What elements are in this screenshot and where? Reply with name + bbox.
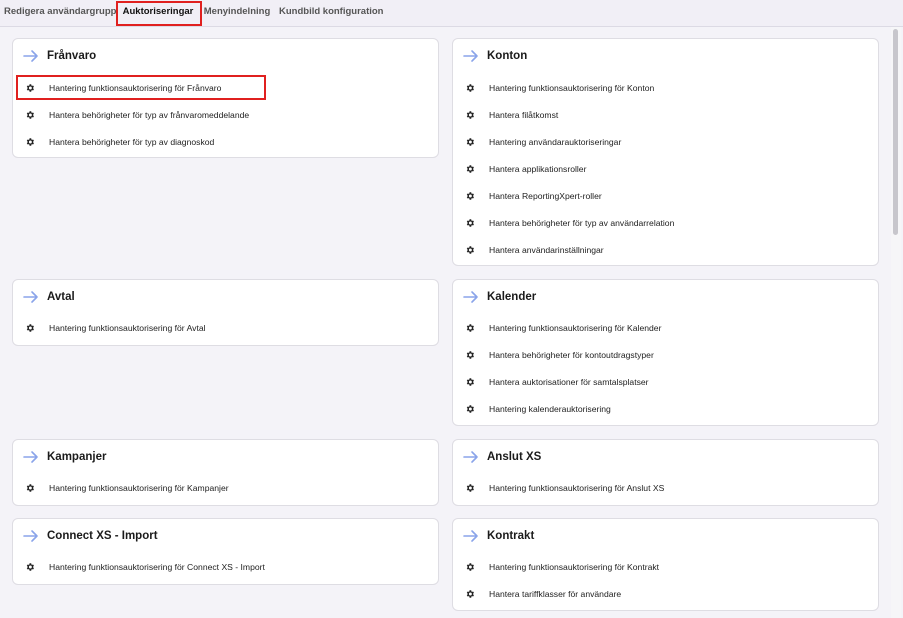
arrow-right-icon xyxy=(463,50,478,62)
item-label: Hantera behörigheter för typ av frånvaro… xyxy=(49,110,250,120)
gear-icon xyxy=(466,484,474,492)
tab-redigera-anvandargrupp[interactable]: Redigera användargrupp xyxy=(4,0,116,26)
card-kampanjer: Kampanjer Hantering funktionsauktoriseri… xyxy=(12,439,439,506)
card-kalender: Kalender Hantering funktionsauktoriserin… xyxy=(452,279,879,426)
item-label: Hantering funktionsauktorisering för Kal… xyxy=(489,323,662,333)
tab-auktoriseringar[interactable]: Auktoriseringar xyxy=(117,0,199,26)
gear-icon xyxy=(466,563,474,571)
item-label: Hantering användarauktoriseringar xyxy=(489,137,622,147)
gear-icon xyxy=(466,111,474,119)
gear-icon xyxy=(26,111,34,119)
item-label: Hantering funktionsauktorisering för Frå… xyxy=(49,83,222,93)
gear-icon xyxy=(466,192,474,200)
arrow-right-icon xyxy=(23,530,38,542)
item-label: Hantering funktionsauktorisering för Avt… xyxy=(49,323,206,333)
item-label: Hantering funktionsauktorisering för Con… xyxy=(49,562,265,572)
item-label: Hantera tariffklasser för användare xyxy=(489,589,622,599)
card-title: Anslut XS xyxy=(487,451,542,463)
item-label: Hantering funktionsauktorisering för Kon… xyxy=(489,562,660,572)
card-title: Kampanjer xyxy=(47,451,107,463)
item-label: Hantering funktionsauktorisering för Kam… xyxy=(49,483,229,493)
gear-icon xyxy=(466,378,474,386)
gear-icon xyxy=(466,219,474,227)
arrow-right-icon xyxy=(23,50,38,62)
item-label: Hantera applikationsroller xyxy=(489,164,587,174)
item-label: Hantera ReportingXpert-roller xyxy=(489,191,602,201)
gear-icon xyxy=(466,351,474,359)
item-label: Hantera auktorisationer för samtalsplats… xyxy=(489,377,649,387)
gear-icon xyxy=(26,84,34,92)
gear-icon xyxy=(466,405,474,413)
item-label: Hantera behörigheter för typ av användar… xyxy=(489,218,675,228)
card-anslut-xs: Anslut XS Hantering funktionsauktoriseri… xyxy=(452,439,879,506)
card-konton: Konton Hantering funktionsauktorisering … xyxy=(452,38,879,266)
gear-icon xyxy=(26,324,34,332)
tab-menyindelning[interactable]: Menyindelning xyxy=(203,0,271,26)
item-label: Hantera användarinställningar xyxy=(489,245,604,255)
item-label: Hantering kalenderauktorisering xyxy=(489,404,611,414)
gear-icon xyxy=(466,590,474,598)
card-title: Kalender xyxy=(487,291,537,303)
gear-icon xyxy=(466,84,474,92)
arrow-right-icon xyxy=(463,291,478,303)
arrow-right-icon xyxy=(23,451,38,463)
gear-icon xyxy=(26,484,34,492)
gear-icon xyxy=(466,246,474,254)
card-title: Konton xyxy=(487,50,528,62)
arrow-right-icon xyxy=(463,451,478,463)
item-label: Hantering funktionsauktorisering för Ans… xyxy=(489,483,665,493)
gear-icon xyxy=(26,563,34,571)
card-connect-xs-import: Connect XS - Import Hantering funktionsa… xyxy=(12,518,439,585)
arrow-right-icon xyxy=(23,291,38,303)
card-title: Avtal xyxy=(47,291,75,303)
item-label: Hantering funktionsauktorisering för Kon… xyxy=(489,83,655,93)
tab-bar: Redigera användargrupp Auktoriseringar M… xyxy=(0,0,903,27)
card-title: Kontrakt xyxy=(487,530,535,542)
item-label: Hantera behörigheter för typ av diagnosk… xyxy=(49,137,215,147)
gear-icon xyxy=(466,324,474,332)
card-franvaro: Frånvaro Hantering funktionsauktoriserin… xyxy=(12,38,439,158)
gear-icon xyxy=(466,165,474,173)
item-label: Hantera behörigheter för kontoutdragstyp… xyxy=(489,350,654,360)
card-title: Connect XS - Import xyxy=(47,530,158,542)
scrollbar[interactable] xyxy=(891,27,901,618)
card-title: Frånvaro xyxy=(47,50,97,62)
card-kontrakt: Kontrakt Hantering funktionsauktoriserin… xyxy=(452,518,879,611)
tab-kundbild-konfiguration[interactable]: Kundbild konfiguration xyxy=(279,0,383,26)
gear-icon xyxy=(26,138,34,146)
scrollbar-thumb[interactable] xyxy=(893,29,898,235)
item-label: Hantera filåtkomst xyxy=(489,110,559,120)
arrow-right-icon xyxy=(463,530,478,542)
card-avtal: Avtal Hantering funktionsauktorisering f… xyxy=(12,279,439,346)
gear-icon xyxy=(466,138,474,146)
